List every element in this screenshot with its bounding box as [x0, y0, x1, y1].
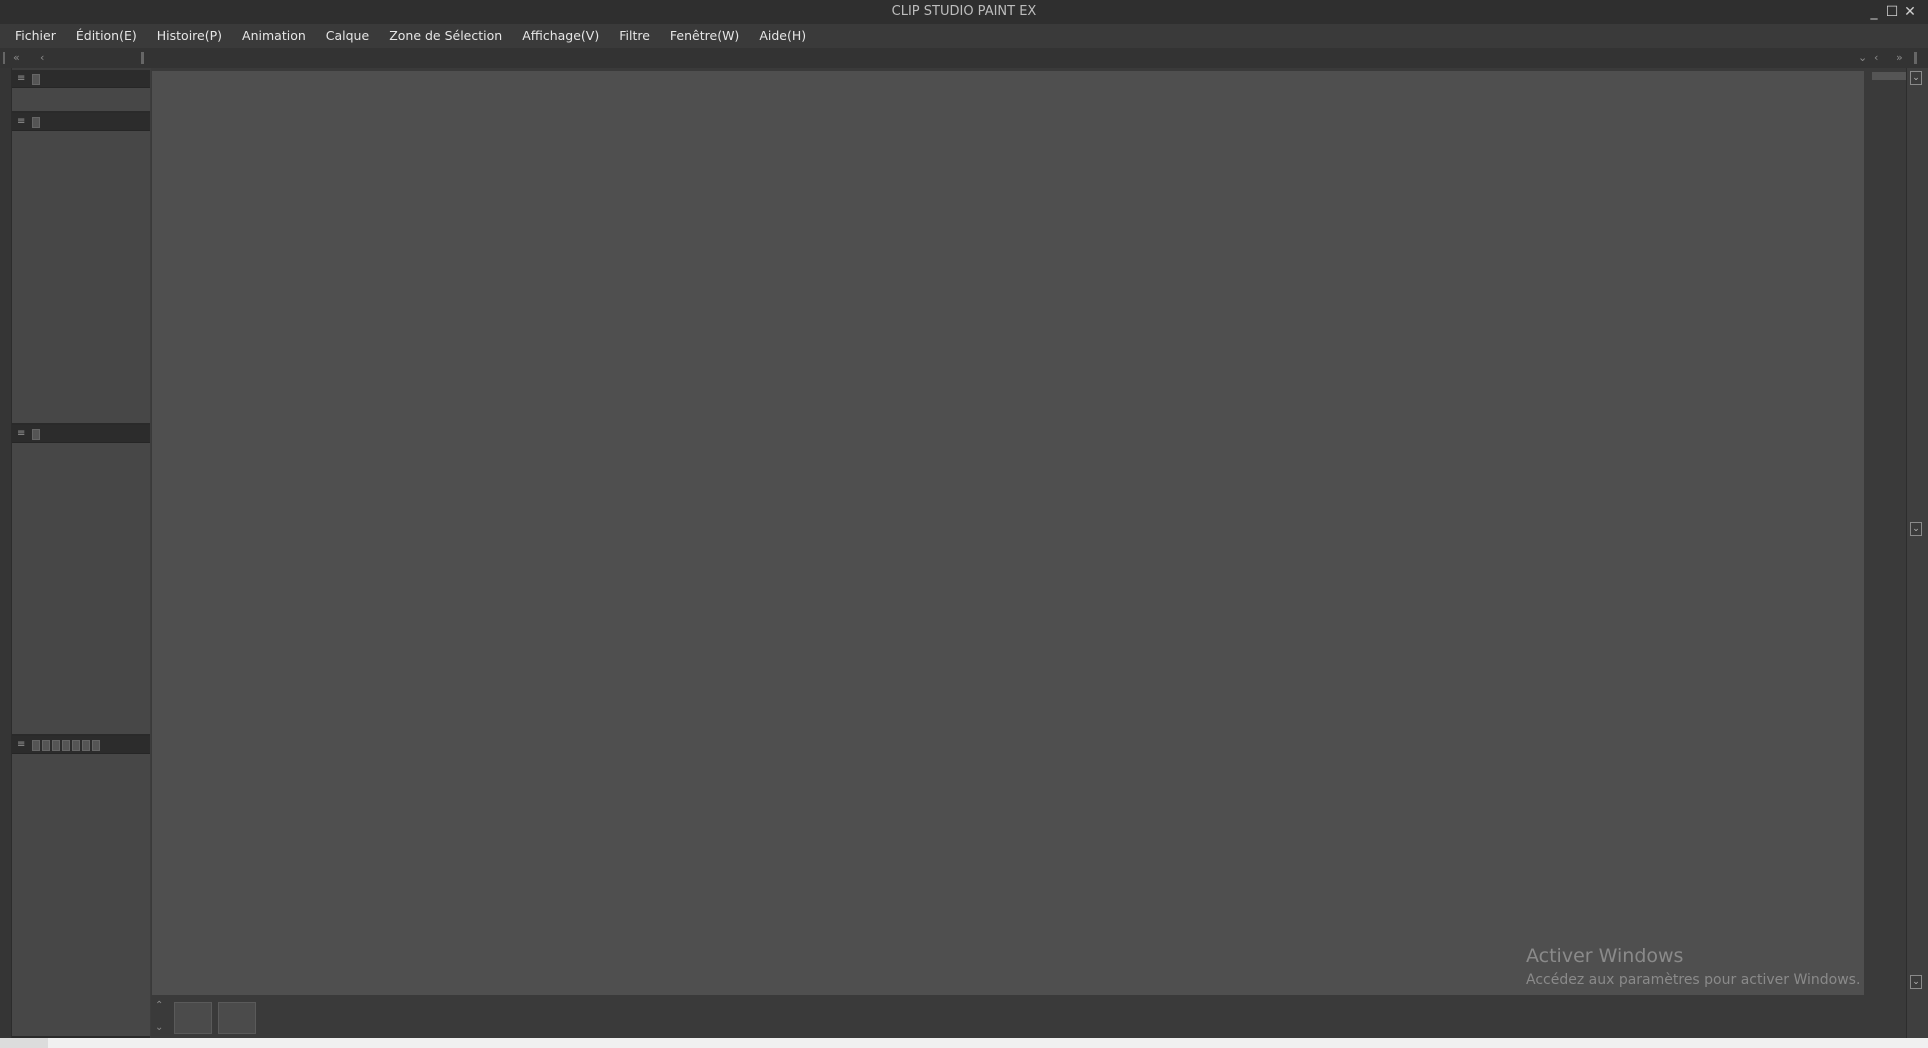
right-slider[interactable] — [1872, 72, 1906, 80]
taskbar — [0, 1038, 1928, 1048]
panel-tab[interactable] — [32, 74, 40, 85]
menu-aide[interactable]: Aide(H) — [749, 24, 816, 48]
menu-affichage[interactable]: Affichage(V) — [512, 24, 609, 48]
menu-filtre[interactable]: Filtre — [609, 24, 660, 48]
arrow-left-icon-right[interactable]: ‹ — [1874, 48, 1878, 68]
panel-header-4: ≡ — [12, 736, 150, 754]
menu-bar: Fichier Édition(E) Histoire(P) Animation… — [0, 24, 1928, 48]
panel-tab[interactable] — [52, 740, 60, 751]
panel-header-1: ≡ — [12, 70, 150, 88]
panel-menu-icon[interactable]: ≡ — [17, 425, 25, 443]
taskbar-start[interactable] — [0, 1038, 48, 1048]
chevron-down-icon[interactable]: ⌄ — [1910, 522, 1922, 536]
panel-body-4 — [12, 754, 150, 1038]
chevron-down-icon[interactable]: ⌄ — [155, 1018, 163, 1038]
panel-tab[interactable] — [42, 740, 50, 751]
window-title: CLIP STUDIO PAINT EX — [891, 4, 1037, 19]
panel-header-2: ≡ — [12, 113, 150, 131]
chevron-down-icon[interactable]: ⌄ — [1858, 48, 1867, 68]
right-scroll-strip — [1906, 68, 1928, 1038]
collapse-left-icon[interactable]: « — [13, 48, 20, 68]
panel-tab[interactable] — [32, 117, 40, 128]
maximize-button[interactable]: ☐ — [1882, 2, 1902, 22]
command-bar — [0, 48, 1928, 68]
menu-histoire[interactable]: Histoire(P) — [147, 24, 232, 48]
panel-body-3 — [12, 443, 150, 736]
menu-zone-de-selection[interactable]: Zone de Sélection — [379, 24, 512, 48]
panel-tab[interactable] — [32, 740, 40, 751]
panel-tab[interactable] — [32, 429, 40, 440]
panel-tab[interactable] — [72, 740, 80, 751]
collapse-right-icon[interactable]: » — [1896, 48, 1903, 68]
chevron-up-icon[interactable]: ⌃ — [155, 996, 163, 1016]
menu-fenetre[interactable]: Fenêtre(W) — [660, 24, 749, 48]
left-dock-edge — [0, 68, 12, 1038]
menu-fichier[interactable]: Fichier — [6, 24, 66, 48]
grip-handle-left[interactable] — [3, 48, 9, 68]
grip-handle-right[interactable] — [1914, 52, 1917, 64]
thumbnail[interactable] — [174, 1002, 212, 1034]
minimize-button[interactable]: _ — [1864, 2, 1884, 22]
watermark-subtitle: Accédez aux paramètres pour activer Wind… — [1526, 972, 1861, 988]
canvas-area[interactable] — [151, 70, 1865, 996]
thumbnail[interactable] — [218, 1002, 256, 1034]
panel-header-3: ≡ — [12, 425, 150, 443]
panel-tab[interactable] — [82, 740, 90, 751]
canvas-bottom-strip — [151, 996, 1865, 1038]
panel-menu-icon[interactable]: ≡ — [17, 70, 25, 88]
chevron-down-icon[interactable]: ⌄ — [1910, 975, 1922, 989]
panel-menu-icon[interactable]: ≡ — [17, 736, 25, 754]
grip-handle[interactable] — [141, 52, 144, 64]
arrow-left-icon[interactable]: ‹ — [40, 48, 44, 68]
panel-body-2 — [12, 131, 150, 425]
menu-edition[interactable]: Édition(E) — [66, 24, 147, 48]
panel-tab[interactable] — [92, 740, 100, 751]
menu-animation[interactable]: Animation — [232, 24, 316, 48]
watermark-title: Activer Windows — [1526, 945, 1684, 967]
panel-body-1 — [12, 88, 150, 113]
chevron-down-icon[interactable]: ⌄ — [1910, 71, 1922, 85]
panel-menu-icon[interactable]: ≡ — [17, 113, 25, 131]
panel-tab[interactable] — [62, 740, 70, 751]
close-button[interactable]: ✕ — [1900, 2, 1920, 22]
menu-calque[interactable]: Calque — [316, 24, 379, 48]
